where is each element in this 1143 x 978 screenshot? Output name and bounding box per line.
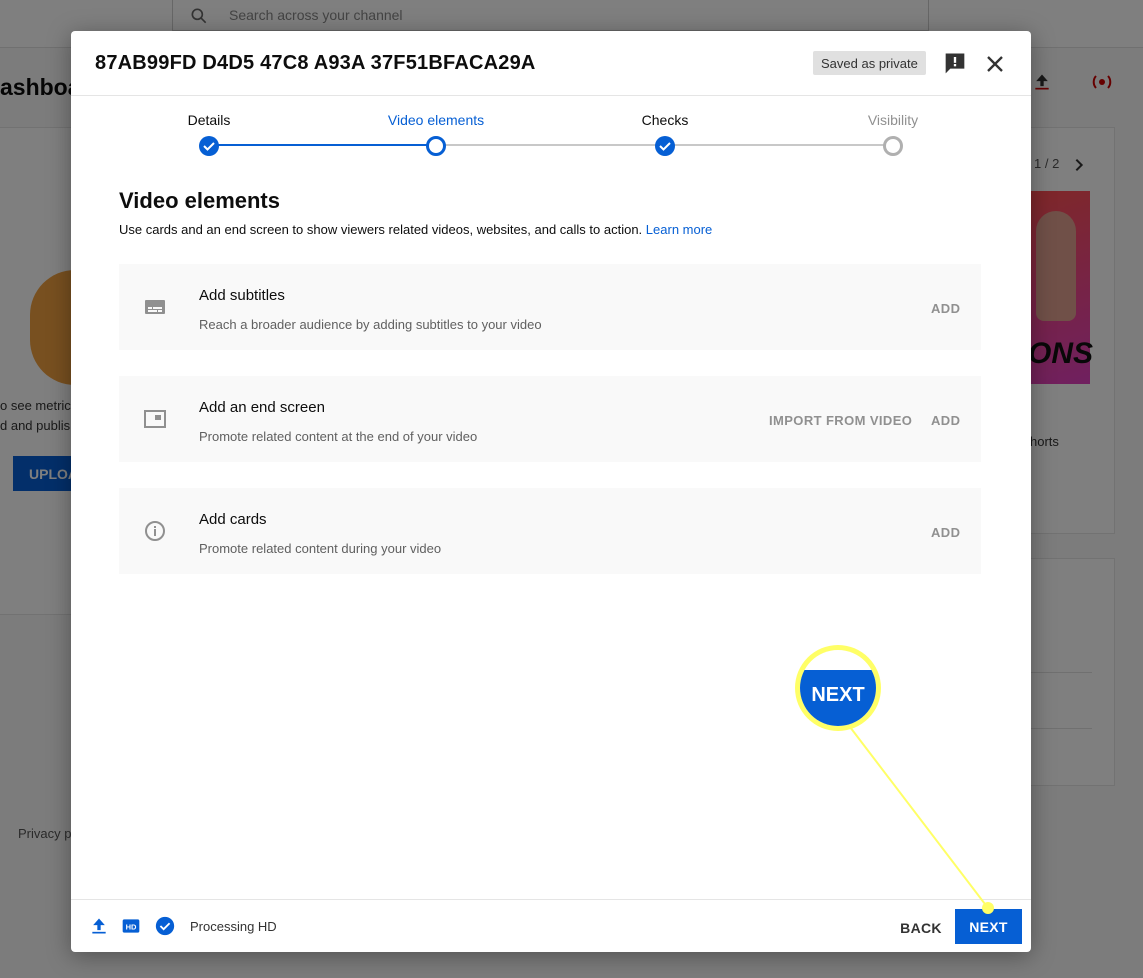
step-label: Details bbox=[187, 112, 231, 128]
end-screen-icon bbox=[144, 410, 166, 428]
step-complete-indicator bbox=[199, 136, 219, 156]
add-subtitles-button[interactable]: ADD bbox=[931, 301, 960, 316]
hd-icon: HD bbox=[123, 919, 140, 933]
section-title: Video elements bbox=[119, 188, 280, 213]
back-button[interactable]: BACK bbox=[889, 910, 953, 944]
step-complete-indicator bbox=[655, 136, 675, 156]
learn-more-link[interactable]: Learn more bbox=[646, 222, 712, 237]
info-icon bbox=[145, 521, 165, 541]
status-icons: HD bbox=[89, 915, 176, 937]
step-pending-indicator bbox=[883, 136, 903, 156]
saved-status-chip: Saved as private bbox=[813, 51, 926, 75]
step-label: Video elements bbox=[387, 112, 485, 128]
check-icon bbox=[659, 142, 671, 151]
element-description: Reach a broader audience by adding subti… bbox=[199, 317, 542, 332]
import-from-video-button[interactable]: IMPORT FROM VIDEO bbox=[769, 413, 912, 428]
section-description-text: Use cards and an end screen to show view… bbox=[119, 222, 643, 237]
feedback-icon bbox=[945, 53, 965, 74]
element-name: Add cards bbox=[199, 511, 267, 528]
add-cards-button[interactable]: ADD bbox=[931, 525, 960, 540]
element-description: Promote related content during your vide… bbox=[199, 541, 442, 556]
add-end-screen-card: Add an end screen Promote related conten… bbox=[119, 376, 981, 462]
element-name: Add an end screen bbox=[199, 399, 325, 416]
next-button[interactable]: NEXT bbox=[955, 909, 1022, 944]
upload-icon bbox=[92, 918, 106, 934]
processing-status: Processing HD bbox=[190, 919, 277, 934]
add-cards-card: Add cards Promote related content during… bbox=[119, 488, 981, 574]
add-end-screen-button[interactable]: ADD bbox=[931, 413, 960, 428]
section-description: Use cards and an end screen to show view… bbox=[119, 222, 712, 237]
check-circle-icon bbox=[155, 916, 175, 936]
upload-dialog: 87AB99FD D4D5 47C8 A93A 37F51BFACA29A Sa… bbox=[71, 31, 1031, 952]
step-checks[interactable]: Checks bbox=[585, 96, 745, 156]
dialog-header: 87AB99FD D4D5 47C8 A93A 37F51BFACA29A Sa… bbox=[71, 31, 1031, 96]
next-callout-magnifier: NEXT bbox=[795, 645, 881, 731]
step-details[interactable]: Details bbox=[129, 96, 289, 156]
dialog-title: 87AB99FD D4D5 47C8 A93A 37F51BFACA29A bbox=[95, 52, 536, 74]
add-subtitles-card: Add subtitles Reach a broader audience b… bbox=[119, 264, 981, 350]
step-label: Checks bbox=[641, 112, 689, 128]
upload-stepper: Details Video elements Checks Visibility bbox=[71, 96, 1031, 166]
close-button[interactable] bbox=[981, 50, 1009, 78]
step-connector bbox=[209, 144, 436, 146]
callout-inner: NEXT bbox=[800, 650, 876, 726]
feedback-button[interactable] bbox=[941, 50, 969, 78]
callout-label: NEXT bbox=[811, 684, 865, 706]
subtitles-icon bbox=[145, 300, 165, 314]
svg-text:HD: HD bbox=[126, 922, 137, 931]
step-label: Visibility bbox=[867, 112, 919, 128]
element-name: Add subtitles bbox=[199, 287, 285, 304]
dialog-footer: HD Processing HD BACK NEXT bbox=[71, 899, 1031, 952]
step-video-elements[interactable]: Video elements bbox=[356, 96, 516, 156]
close-icon bbox=[987, 56, 1003, 72]
check-icon bbox=[203, 142, 215, 151]
step-current-indicator bbox=[426, 136, 446, 156]
element-description: Promote related content at the end of yo… bbox=[199, 429, 478, 444]
step-visibility[interactable]: Visibility bbox=[813, 96, 973, 156]
